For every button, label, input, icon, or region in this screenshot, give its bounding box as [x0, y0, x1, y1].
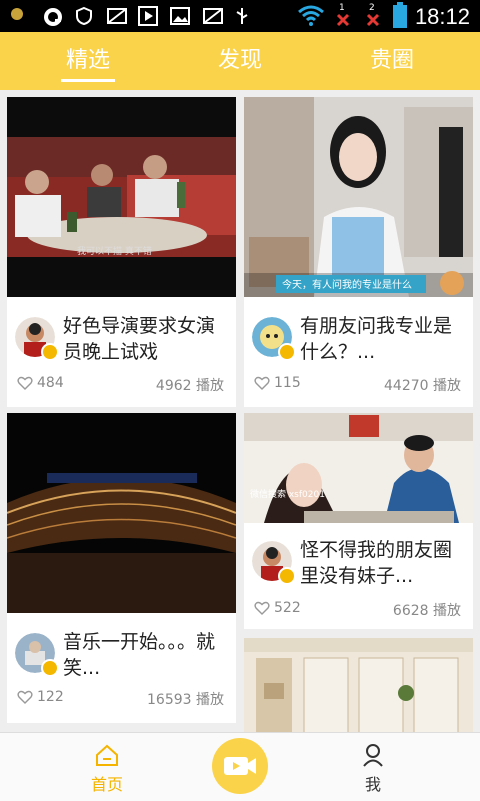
video-card[interactable]: 今天，有人问我的专业是什么 有朋友问我专业是什么？... 115 44270 播… [244, 97, 473, 407]
no-image-icon [202, 6, 223, 26]
nav-home[interactable]: 首页 [77, 743, 137, 795]
video-thumbnail[interactable] [7, 413, 236, 613]
verified-badge [41, 659, 59, 677]
like-count-label: 522 [274, 600, 301, 616]
heart-icon [17, 376, 33, 390]
dot-icon [10, 6, 30, 26]
play-count: 4962 播放 [155, 378, 224, 394]
person-icon [363, 744, 383, 767]
verified-badge [41, 343, 59, 361]
nav-me-label: 我 [364, 775, 381, 794]
like-count[interactable]: 115 [254, 375, 301, 391]
video-card[interactable]: 微信搜索 xsf0201 怪不得我的朋友圈里没有妹子... 522 6628 播… [244, 413, 473, 629]
thumb-caption: 我可以不描 真不错 [77, 245, 152, 257]
heart-icon [17, 690, 33, 704]
thumb-caption: 今天，有人问我的专业是什么 [282, 278, 412, 291]
like-count-label: 484 [37, 375, 64, 391]
tab-featured[interactable]: 精选 [28, 42, 148, 74]
q-app-icon [42, 6, 62, 26]
video-thumbnail[interactable] [244, 638, 473, 738]
top-tab-bar: 精选 发现 贵圈 [0, 32, 480, 90]
thumb-caption: 微信搜索 xsf0201 [250, 488, 325, 500]
like-count-label: 115 [274, 375, 301, 391]
like-count-label: 122 [37, 689, 64, 705]
nav-home-label: 首页 [90, 775, 123, 794]
play-count: 6628 播放 [392, 603, 461, 619]
gallery-icon [170, 6, 190, 26]
video-camera-icon [224, 757, 256, 775]
heart-icon [254, 376, 270, 390]
video-card[interactable]: 音乐一开始。。。就笑... 122 16593 播放 [7, 413, 236, 723]
like-count[interactable]: 522 [254, 600, 301, 616]
video-title[interactable]: 有朋友问我专业是什么？... [300, 313, 470, 365]
video-thumbnail[interactable]: 我可以不描 真不错 [7, 97, 236, 297]
home-icon [96, 744, 118, 766]
sim1-signal-icon: 1 [333, 3, 355, 31]
shield-icon [74, 6, 94, 26]
play-store-icon [138, 6, 158, 26]
tab-circle[interactable]: 贵圈 [332, 42, 452, 74]
verified-badge [278, 343, 296, 361]
usb-icon [234, 6, 254, 26]
sim2-signal-icon: 2 [363, 3, 385, 31]
play-count: 16593 播放 [147, 692, 224, 708]
play-count: 44270 播放 [384, 378, 461, 394]
tab-discover[interactable]: 发现 [180, 42, 300, 74]
video-card[interactable]: 我可以不描 真不错 好色导演要求女演员晚上试戏 484 4962 播放 [7, 97, 236, 407]
video-thumbnail[interactable]: 微信搜索 xsf0201 [244, 413, 473, 523]
battery-icon [392, 2, 407, 32]
video-title[interactable]: 音乐一开始。。。就笑... [63, 629, 233, 681]
wifi-icon [297, 3, 325, 31]
nav-me[interactable]: 我 [343, 743, 403, 795]
status-bar: 1 2 18:12 [0, 0, 480, 32]
video-card[interactable] [244, 638, 473, 738]
like-count[interactable]: 484 [17, 375, 64, 391]
active-tab-indicator [61, 79, 115, 82]
record-video-button[interactable] [212, 738, 268, 794]
video-title[interactable]: 好色导演要求女演员晚上试戏 [63, 313, 233, 365]
like-count[interactable]: 122 [17, 689, 64, 705]
video-thumbnail[interactable]: 今天，有人问我的专业是什么 [244, 97, 473, 297]
clock: 18:12 [414, 4, 470, 29]
verified-badge [278, 567, 296, 585]
video-title[interactable]: 怪不得我的朋友圈里没有妹子... [300, 537, 470, 589]
no-image-icon [106, 6, 127, 26]
heart-icon [254, 601, 270, 615]
